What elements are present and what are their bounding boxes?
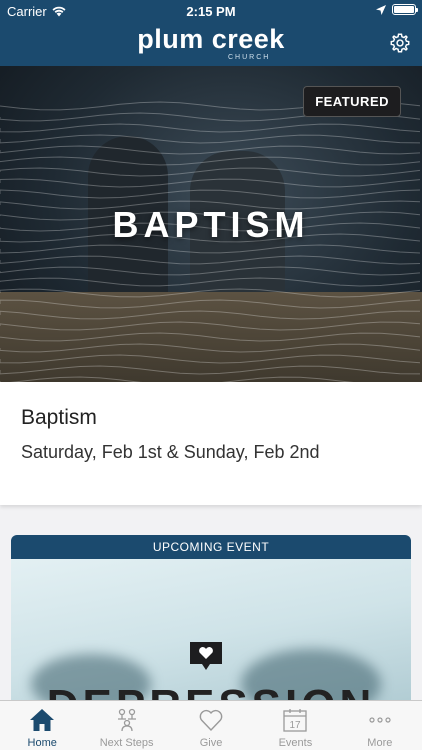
app-screen: Carrier 2:15 PM plum creek CHURCH BAPTIS… — [0, 0, 422, 750]
church-logo: plum creek CHURCH — [0, 24, 422, 62]
hero-wave-line — [0, 288, 421, 298]
hero-wave-line — [0, 365, 421, 375]
hero-wave-line — [0, 167, 421, 177]
heart-speech-bubble-icon — [190, 642, 222, 670]
home-icon — [30, 709, 55, 731]
tab-give-label: Give — [199, 737, 223, 749]
hero-wave-line — [0, 255, 421, 265]
battery-level — [394, 6, 414, 13]
featured-title: Baptism — [21, 406, 97, 429]
tab-events-label: Events — [278, 737, 313, 749]
hero-wave-line — [0, 299, 421, 309]
calendar-icon: 17 — [283, 709, 308, 732]
battery-icon — [392, 4, 418, 15]
calendar-day: 17 — [290, 720, 302, 731]
top-bar: Carrier 2:15 PM plum creek CHURCH — [0, 0, 422, 66]
tab-more-label: More — [367, 737, 393, 749]
featured-date: Saturday, Feb 1st & Sunday, Feb 2nd — [21, 442, 320, 462]
tab-home[interactable]: Home — [0, 701, 84, 750]
logo-subtitle: CHURCH — [228, 54, 271, 61]
featured-banner[interactable]: BAPTISM FEATURED — [0, 66, 422, 382]
tab-give[interactable]: Give — [169, 701, 253, 750]
hero-wave-line — [0, 123, 421, 133]
hero-title: BAPTISM — [112, 204, 310, 245]
tab-home-label: Home — [27, 737, 57, 749]
hero-wave-line — [0, 145, 421, 155]
location-arrow-icon — [376, 4, 386, 15]
tab-bar: Home Next Steps Give 17 Events More — [0, 700, 422, 750]
status-time: 2:15 PM — [186, 4, 236, 19]
logo-wordmark: plum creek — [137, 24, 285, 54]
hero-wave-line — [0, 310, 421, 320]
hero-wave-line — [0, 178, 421, 188]
tab-events[interactable]: 17 Events — [253, 701, 337, 750]
hero-wave-line — [0, 134, 421, 144]
tab-next-steps[interactable]: Next Steps — [84, 701, 168, 750]
hero-wave-line — [0, 354, 421, 364]
tab-more[interactable]: More — [338, 701, 422, 750]
featured-info-card[interactable]: Baptism Saturday, Feb 1st & Sunday, Feb … — [0, 382, 422, 505]
hero-wave-line — [0, 266, 421, 276]
hero-wave-line — [0, 343, 421, 353]
upcoming-event-header: UPCOMING EVENT — [11, 535, 411, 559]
heart-icon — [199, 709, 223, 732]
tab-next-steps-label: Next Steps — [99, 737, 154, 749]
status-indicators — [376, 4, 418, 15]
more-dots-icon — [369, 717, 391, 723]
hero-wave-line — [0, 189, 421, 199]
next-steps-icon — [117, 708, 136, 732]
status-bar: Carrier 2:15 PM — [0, 0, 422, 22]
hero-wave-line — [0, 244, 421, 254]
hero-wave-line — [0, 332, 421, 342]
hero-wave-line — [0, 321, 421, 331]
gear-icon[interactable] — [389, 32, 411, 54]
hero-wave-line — [0, 156, 421, 166]
featured-badge: FEATURED — [303, 86, 401, 117]
hero-wave-line — [0, 277, 421, 287]
